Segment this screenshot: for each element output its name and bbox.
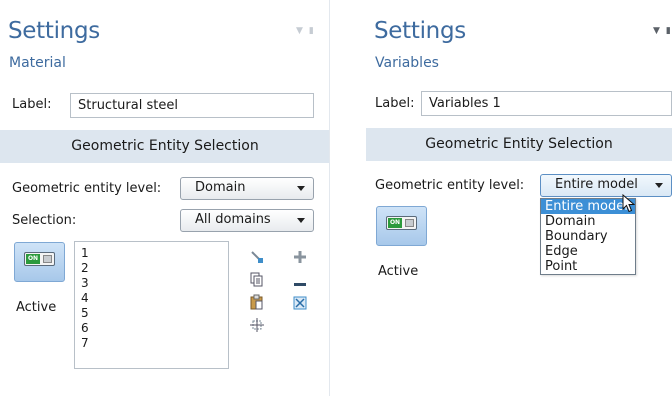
label-input[interactable]: Structural steel [70, 93, 314, 118]
section-header-geometric-entity-selection[interactable]: Geometric Entity Selection [0, 130, 329, 163]
mouse-cursor-icon [622, 193, 636, 217]
paste-selection-icon[interactable] [249, 250, 265, 267]
toggle-knob [405, 219, 414, 227]
panel-subtitle: Variables [375, 55, 439, 71]
label-caption: Label: [12, 97, 52, 112]
selection-caption: Selection: [12, 213, 77, 228]
settings-panel-material: Settings Material ▼ ▮ Label: Structural … [0, 0, 330, 396]
list-item[interactable]: 2 [81, 261, 228, 276]
pin-icon[interactable]: ▮ [309, 26, 314, 36]
active-label: Active [16, 300, 57, 315]
dropdown-option-edge[interactable]: Edge [541, 244, 635, 259]
active-toggle-button[interactable]: ON [14, 242, 65, 282]
clear-selection-icon[interactable] [292, 296, 308, 314]
add-icon[interactable] [292, 250, 308, 267]
section-header-geometric-entity-selection[interactable]: Geometric Entity Selection [366, 128, 672, 161]
active-toggle-button[interactable]: ON [376, 206, 427, 246]
panel-title: Settings [8, 18, 100, 44]
toggle-switch-icon: ON [386, 216, 417, 230]
dropdown-option-entire-model[interactable]: Entire model [541, 199, 635, 214]
dropdown-option-domain[interactable]: Domain [541, 214, 635, 229]
selection-select[interactable]: All domains [180, 209, 314, 232]
entity-level-select[interactable]: Entire model [540, 174, 672, 197]
toggle-on-label: ON [26, 254, 40, 264]
dropdown-option-boundary[interactable]: Boundary [541, 229, 635, 244]
copy-icon[interactable] [249, 272, 265, 290]
zoom-to-selection-icon[interactable] [249, 318, 265, 335]
active-label: Active [378, 264, 419, 279]
entity-level-caption: Geometric entity level: [375, 178, 525, 193]
list-item[interactable]: 5 [81, 306, 228, 321]
panel-window-controls: ▼ ▮ [653, 26, 671, 36]
clipboard-icon[interactable] [249, 294, 265, 313]
toggle-switch-icon: ON [24, 252, 55, 266]
remove-icon[interactable] [292, 276, 308, 291]
dropdown-menu-icon[interactable]: ▼ [653, 26, 660, 36]
selection-value: All domains [195, 212, 271, 227]
entity-level-caption: Geometric entity level: [12, 181, 162, 196]
toggle-knob [43, 255, 52, 263]
panel-title: Settings [374, 18, 466, 44]
list-item[interactable]: 4 [81, 291, 228, 306]
dropdown-option-point[interactable]: Point [541, 259, 635, 274]
pin-icon[interactable]: ▮ [666, 26, 671, 36]
dropdown-menu-icon[interactable]: ▼ [296, 26, 303, 36]
list-item[interactable]: 6 [81, 321, 228, 336]
entity-level-value: Domain [195, 180, 246, 195]
list-item[interactable]: 1 [81, 246, 228, 261]
chevron-down-icon [297, 218, 305, 223]
chevron-down-icon [297, 186, 305, 191]
toggle-on-label: ON [388, 218, 402, 228]
label-input[interactable]: Variables 1 [421, 91, 672, 116]
panel-subtitle: Material [9, 55, 66, 71]
list-item[interactable]: 3 [81, 276, 228, 291]
settings-panel-variables: Settings Variables ▼ ▮ Label: Variables … [366, 0, 672, 396]
selection-list[interactable]: 1 2 3 4 5 6 7 [74, 241, 229, 369]
entity-level-select[interactable]: Domain [180, 177, 314, 200]
panel-window-controls: ▼ ▮ [296, 26, 314, 36]
list-item[interactable]: 7 [81, 336, 228, 351]
chevron-down-icon [655, 183, 663, 188]
label-caption: Label: [375, 96, 415, 111]
entity-level-value: Entire model [555, 177, 638, 192]
